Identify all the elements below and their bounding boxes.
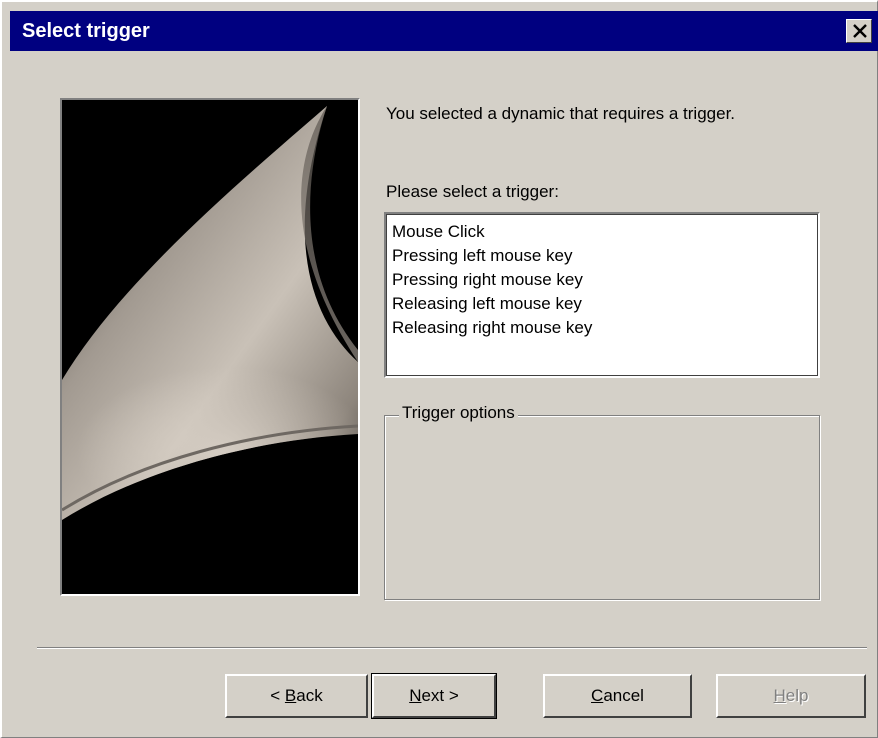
list-item[interactable]: Pressing right mouse key [392,268,812,292]
trigger-list-label: Please select a trigger: [386,182,559,201]
back-button-prefix: < [270,686,285,705]
back-button-mnemonic: B [284,686,297,705]
trigger-list[interactable]: Mouse Click Pressing left mouse key Pres… [384,212,820,378]
trigger-options-group: Trigger options [384,403,820,600]
close-button[interactable] [846,19,872,43]
cancel-button[interactable]: Cancel [543,674,692,718]
list-item[interactable]: Releasing left mouse key [392,292,812,316]
next-button-mnemonic: N [409,686,422,705]
help-button-mnemonic: H [773,686,786,705]
back-button-rest: ack [296,686,323,705]
next-button-rest: ext > [421,686,459,705]
window-title: Select trigger [22,20,150,42]
title-bar[interactable]: Select trigger [10,11,878,51]
close-icon [853,24,867,38]
list-item[interactable]: Releasing right mouse key [392,316,812,340]
separator-line [37,647,867,649]
trigger-options-label: Trigger options [399,403,518,423]
list-item[interactable]: Mouse Click [392,220,812,244]
select-trigger-dialog: Select trigger You selected a dynamic th… [0,0,878,738]
help-button-rest: elp [785,686,809,705]
back-button[interactable]: < Back [225,674,368,718]
wizard-illustration [60,98,360,596]
cancel-button-rest: ancel [603,686,644,705]
intro-text: You selected a dynamic that requires a t… [386,104,736,123]
next-button[interactable]: Next > [371,673,497,719]
list-item[interactable]: Pressing left mouse key [392,244,812,268]
help-button[interactable]: Help [716,674,866,718]
cancel-button-mnemonic: C [591,686,604,705]
